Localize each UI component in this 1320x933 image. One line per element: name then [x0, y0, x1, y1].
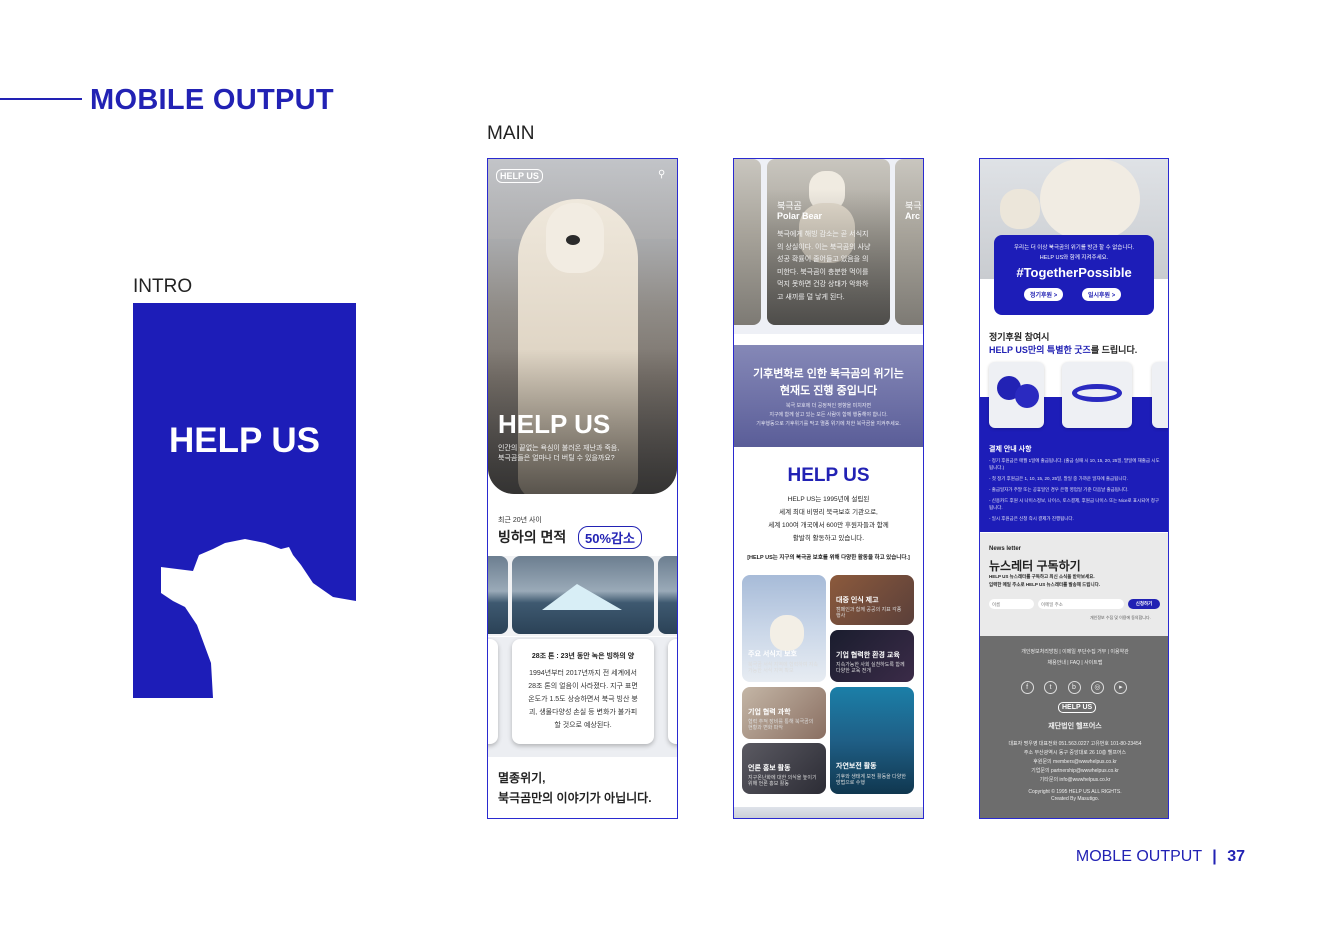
polar-bear-silhouette-icon	[161, 539, 356, 698]
footer-links-2[interactable]: 채용안내 | FAQ | 사이트맵	[980, 659, 1168, 668]
footer-logo: HELP US	[1058, 702, 1097, 713]
main-screen-2: 북극곰 Polar Bear 북극에게 해빙 감소는 곧 서식지 의 상실이다.…	[733, 158, 924, 819]
grid-card-awareness[interactable]: 대중 인식 제고 캠페인과 함께 공공의 지표 각종 행사	[830, 575, 914, 625]
logo[interactable]: HELP US	[496, 169, 543, 183]
goods-title-1: 정기후원 참여시	[989, 332, 1050, 342]
blog-icon[interactable]: b	[1067, 681, 1081, 694]
stat-heading: 빙하의 면적	[498, 529, 567, 545]
carousel-image-next	[658, 556, 677, 634]
youtube-icon[interactable]: ▸	[1114, 681, 1128, 694]
social-links: f t b ◎ ▸	[980, 676, 1168, 694]
hashtag: #TogetherPossible	[1016, 265, 1132, 280]
polar-bear-card[interactable]: 북극곰 Polar Bear 북극에게 해빙 감소는 곧 서식지 의 상실이다.…	[767, 159, 890, 325]
facebook-icon[interactable]: f	[1020, 681, 1034, 694]
main-screen-3: 우리는 더 이상 북극곰의 위기를 방관 할 수 없습니다. HELP US와 …	[979, 158, 1169, 819]
carousel-image-prev	[488, 556, 508, 634]
info-card-body: 1994년부터 2017년까지 전 세계에서 28조 톤의 얼음이 사라졌다. …	[528, 670, 638, 729]
payment-title: 결제 안내 사항	[989, 446, 1032, 453]
newsletter-title: 뉴스레터 구독하기	[989, 559, 1081, 573]
goods-bag[interactable]	[1152, 362, 1168, 428]
bottom-heading-2: 북극곰만의 이야기가 아닙니다.	[498, 791, 652, 805]
intro-screen: HELP US	[133, 303, 356, 698]
grid-card-habitat[interactable]: 주요 서식지 보호 북극곰 서식 지역에 협력하여 지속 가능한 서식 지역 확…	[742, 575, 826, 682]
instagram-icon[interactable]: ◎	[1090, 681, 1104, 694]
search-icon[interactable]: ⚲	[658, 169, 665, 180]
bottom-heading-1: 멸종위기,	[498, 771, 546, 785]
onetime-donation-button[interactable]: 일시후원 >	[1082, 288, 1122, 301]
regular-donation-button[interactable]: 정기후원 >	[1024, 288, 1064, 301]
arctic-card[interactable]: 북극 Arc	[895, 159, 923, 325]
iceberg-image	[512, 556, 654, 634]
hero-banner: HELP US ⚲ HELP US 인간의 끝없는 욕심이 불러온 재난과 죽음…	[488, 159, 677, 494]
title-rule	[0, 98, 82, 100]
twitter-icon[interactable]: t	[1044, 681, 1058, 694]
intro-label: INTRO	[133, 276, 193, 297]
grid-card-research[interactable]: 기업 협력 과학 협력 추적 장비를 통해 북극곰의 현황과 변화 파악	[742, 687, 826, 739]
payment-list: - 정기 후원금은 매월 1일에 출금됩니다. (출금 실패 시 10, 15,…	[989, 458, 1160, 521]
goods-title-2: HELP US만의 특별한 굿즈를 드립니다.	[989, 345, 1138, 355]
card-title-en: Polar Bear	[777, 211, 823, 221]
name-input[interactable]	[989, 599, 1034, 609]
email-input[interactable]	[1038, 599, 1124, 609]
goods-wristband[interactable]	[1062, 362, 1132, 428]
newsletter-section: News letter 뉴스레터 구독하기 HELP US 뉴스레터를 구독하고…	[980, 533, 1168, 636]
consent-checkbox[interactable]: 개인정보 수집 및 이용에 동의합니다.	[1090, 615, 1151, 621]
footer-org-name: 재단법인 헬프어스	[1048, 723, 1102, 730]
crisis-banner: 기후변화로 인한 북극곰의 위기는 현재도 진행 중입니다 북극 보호에 더 공…	[734, 345, 923, 447]
hero-title: HELP US	[498, 409, 611, 439]
main-label: MAIN	[487, 123, 535, 144]
main-screen-1: HELP US ⚲ HELP US 인간의 끝없는 욕심이 불러온 재난과 죽음…	[487, 158, 678, 819]
grid-card-media[interactable]: 언론 홍보 활동 지구온난화에 대한 의식을 높이기 위해 언론 홍보 활동	[742, 743, 826, 794]
page-title: MOBILE OUTPUT	[90, 84, 334, 116]
org-title: HELP US	[787, 465, 870, 486]
info-card-title: 28조 톤 : 23년 동안 녹은 빙하의 양	[531, 653, 635, 660]
grid-card-education[interactable]: 기업 협력한 환경 교육 지속가능한 사회 실천하도록 함께 다양한 교육 전개	[830, 630, 914, 682]
grid-card-conservation[interactable]: 자연보전 활동 기후와 생태계 보전 활동을 다양한 방법으로 수행	[830, 687, 914, 794]
org-description: HELP US는 1995년에 설립된 세계 최대 비영리 북극보호 기관으로,…	[768, 496, 889, 542]
footer: 개인정보처리방침 | 이메일 무단수집 거부 | 이용약관 채용안내 | FAQ…	[980, 636, 1168, 818]
page-footer: MOBLE OUTPUT | 37	[1075, 848, 1245, 865]
donation-banner: 우리는 더 이상 북극곰의 위기를 방관 할 수 없습니다. HELP US와 …	[994, 235, 1154, 315]
subscribe-button[interactable]: 신청하기	[1128, 599, 1160, 609]
info-card[interactable]: 28조 톤 : 23년 동안 녹은 빙하의 양 1994년부터 2017년까지 …	[512, 639, 654, 744]
footer-links-1[interactable]: 개인정보처리방침 | 이메일 무단수집 거부 | 이용약관	[980, 648, 1168, 657]
stat-pill: 50%감소	[578, 526, 642, 549]
page-number: 37	[1227, 848, 1245, 865]
goods-badge[interactable]	[989, 362, 1044, 428]
hero-subtitle: 인간의 끝없는 욕심이 불러온 재난과 죽음, 북극곰들은 얼마나 더 버틸 수…	[498, 445, 620, 462]
stat-caption: 최근 20년 사이	[498, 517, 542, 524]
org-note: [HELP US는 지구의 북극곰 보호를 위해 다양한 활동을 하고 있습니다…	[747, 555, 910, 561]
